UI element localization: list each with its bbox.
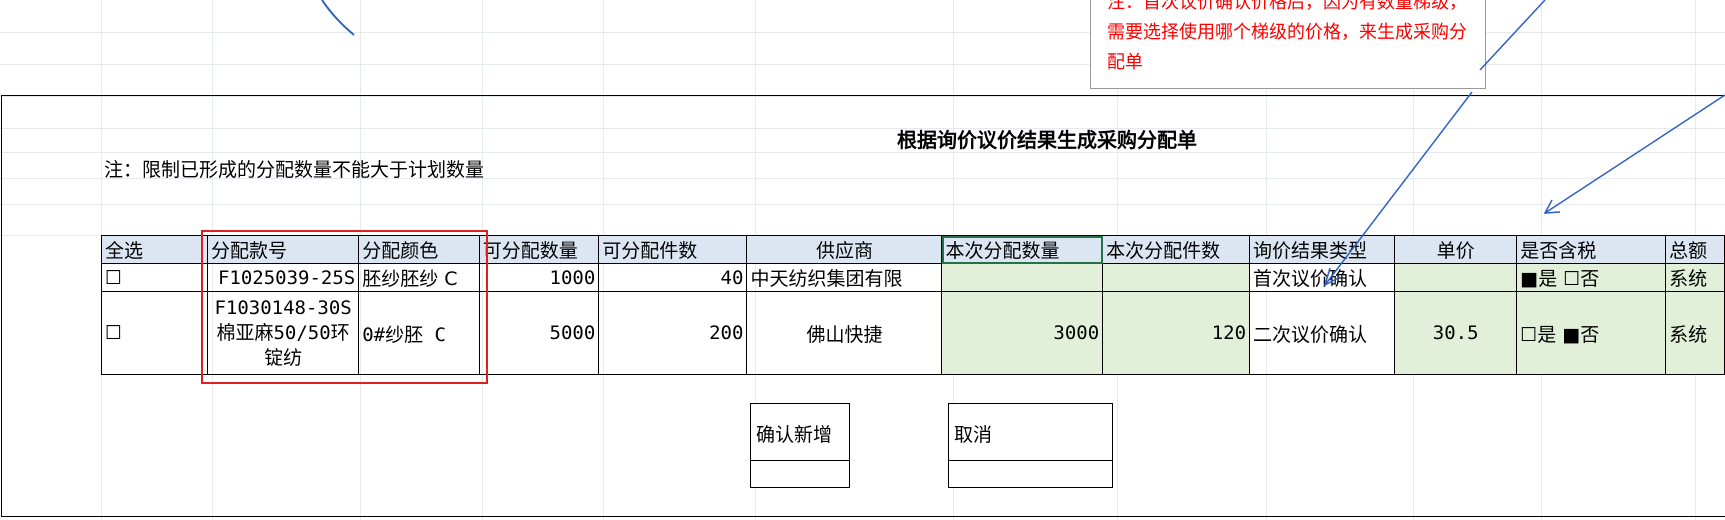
- pen-stroke-mark: [321, 0, 355, 36]
- arrow-line: [1479, 0, 1546, 71]
- arrow-line: [1324, 91, 1473, 286]
- arrow-line: [1544, 94, 1725, 214]
- annotation-arrows: [321, 0, 1725, 287]
